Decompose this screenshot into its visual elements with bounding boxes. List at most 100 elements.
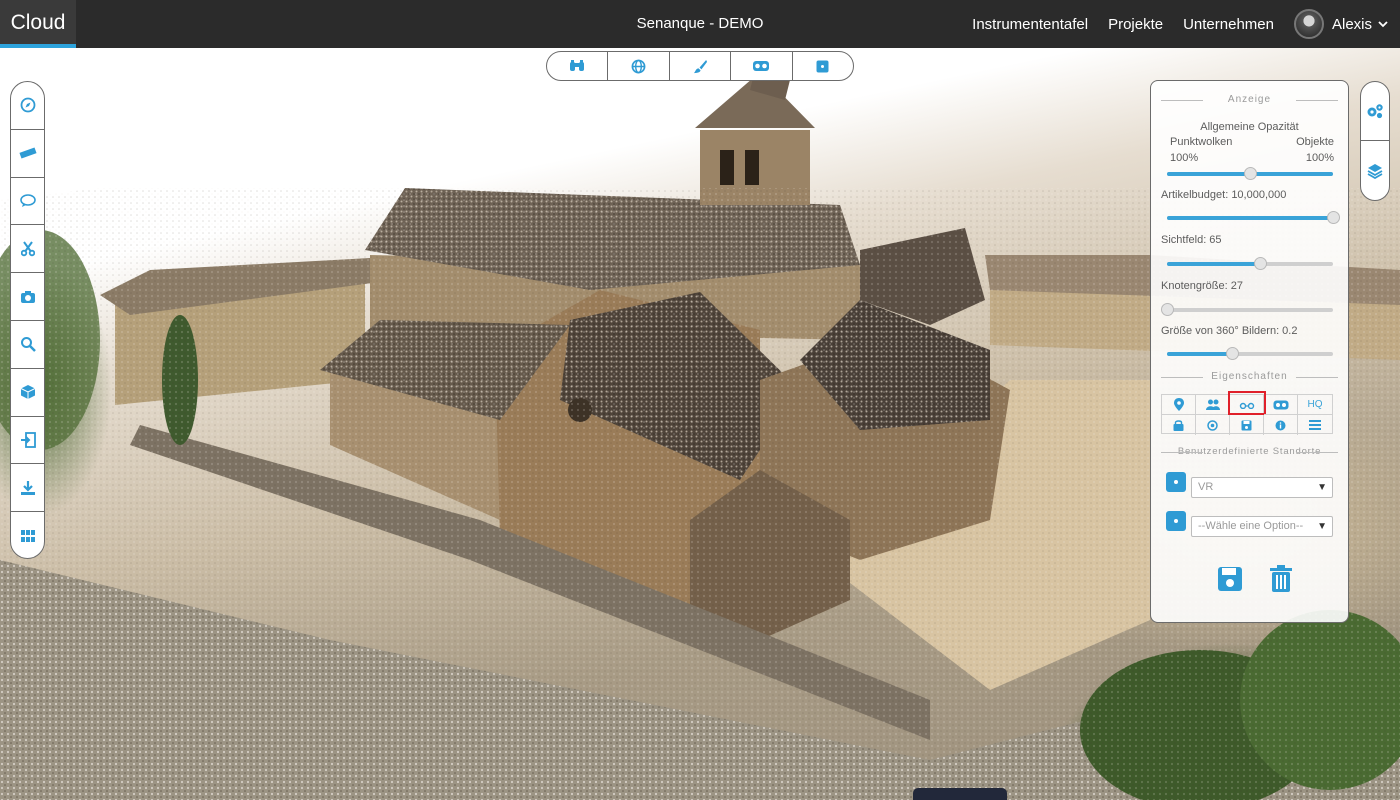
- import-icon: [20, 432, 36, 448]
- budget-slider-fill: [1167, 216, 1333, 220]
- info-icon: [1275, 420, 1286, 430]
- globe-icon: [631, 59, 646, 73]
- comment-icon: [19, 194, 36, 207]
- square-button[interactable]: [793, 52, 853, 80]
- image360-size-slider[interactable]: [1167, 347, 1333, 360]
- node-size-slider[interactable]: [1161, 303, 1333, 316]
- properties-section-title: Eigenschaften: [1161, 371, 1338, 382]
- import-button[interactable]: [11, 417, 44, 465]
- globe-button[interactable]: [608, 52, 670, 80]
- vr-goggles-button[interactable]: [731, 52, 793, 80]
- vr-toggle[interactable]: [1264, 395, 1298, 415]
- chevron-down-icon: [1378, 21, 1388, 28]
- budget-label: Artikelbudget: 10,000,000: [1161, 189, 1287, 201]
- project-title: Senanque - DEMO: [636, 15, 764, 32]
- display-section-title: Anzeige: [1161, 94, 1338, 105]
- hq-toggle[interactable]: HQ: [1298, 395, 1332, 415]
- binoculars-icon: [570, 60, 585, 71]
- objects-value: 100%: [1305, 152, 1334, 164]
- pointclouds-label: Punktwolken: [1170, 136, 1233, 148]
- user-name: Alexis: [1331, 15, 1372, 33]
- ruler-icon: [18, 147, 37, 159]
- users-icon: [1205, 399, 1220, 410]
- lock-toggle[interactable]: [1162, 415, 1196, 435]
- delete-location-button[interactable]: [1269, 565, 1293, 596]
- opacity-slider-knob[interactable]: [1244, 167, 1257, 180]
- square-icon: [816, 60, 829, 72]
- compass-button[interactable]: [11, 82, 44, 130]
- save-icon: [1218, 567, 1242, 591]
- opacity-title: Allgemeine Opazität: [1200, 121, 1299, 133]
- top-navigation: Instrumententafel Projekte Unternehmen A…: [972, 0, 1388, 48]
- vr-icon: [1273, 400, 1288, 409]
- users-toggle[interactable]: [1196, 395, 1230, 415]
- objects-label: Objekte: [1296, 136, 1334, 148]
- clipping-button[interactable]: [11, 225, 44, 274]
- image360-size-label: Größe von 360° Bildern: 0.2: [1161, 325, 1298, 337]
- node-size-slider-knob[interactable]: [1161, 303, 1174, 316]
- opacity-slider[interactable]: [1167, 167, 1333, 180]
- vr-goggles-icon: [753, 61, 770, 71]
- location-select-vr[interactable]: VR ▼: [1191, 477, 1333, 498]
- marker-icon: [1173, 398, 1184, 411]
- location-select-option[interactable]: --Wähle eine Option-- ▼: [1191, 516, 1333, 537]
- nav-link-projects[interactable]: Projekte: [1108, 16, 1163, 33]
- brush-icon: [693, 59, 707, 73]
- glasses-icon: [1239, 402, 1254, 409]
- glasses-toggle[interactable]: [1228, 391, 1266, 415]
- location-add-button[interactable]: [1166, 511, 1186, 531]
- hq-label: HQ: [1307, 399, 1323, 410]
- settings-button[interactable]: [1361, 82, 1389, 141]
- image360-size-slider-fill: [1167, 352, 1232, 356]
- save-location-button[interactable]: [1217, 566, 1243, 595]
- measure-button[interactable]: [11, 130, 44, 178]
- floppy-icon: [1241, 420, 1252, 430]
- marker-toggle[interactable]: [1162, 395, 1196, 415]
- budget-slider-knob[interactable]: [1327, 211, 1340, 224]
- fov-slider-knob[interactable]: [1253, 257, 1267, 270]
- layers-button[interactable]: [1361, 141, 1389, 200]
- list-icon: [1309, 420, 1321, 430]
- download-button[interactable]: [11, 464, 44, 513]
- target-icon: [1207, 419, 1218, 431]
- camera-icon: [20, 290, 35, 303]
- right-tool-sidebar: [1360, 81, 1390, 201]
- trash-icon: [1270, 565, 1292, 592]
- list-toggle[interactable]: [1298, 415, 1332, 435]
- info-toggle[interactable]: [1264, 415, 1298, 435]
- fov-slider-fill: [1167, 262, 1260, 266]
- fov-label: Sichtfeld: 65: [1161, 234, 1222, 246]
- annotation-button[interactable]: [11, 178, 44, 226]
- custom-locations-title: Benutzerdefinierte Standorte: [1161, 446, 1338, 457]
- location-select-vr-value: VR: [1198, 481, 1214, 493]
- node-size-label: Knotengröße: 27: [1161, 280, 1243, 292]
- apps-button[interactable]: [11, 512, 44, 558]
- volume-button[interactable]: [11, 369, 44, 417]
- properties-grid: HQ: [1161, 391, 1333, 435]
- nav-link-companies[interactable]: Unternehmen: [1183, 16, 1274, 33]
- binoculars-button[interactable]: [547, 52, 609, 80]
- search-button[interactable]: [11, 321, 44, 369]
- fov-slider[interactable]: [1167, 257, 1333, 270]
- layers-icon: [1367, 163, 1383, 179]
- avatar: [1293, 9, 1324, 39]
- settings-gears-icon: [1367, 104, 1383, 119]
- budget-slider[interactable]: [1167, 211, 1340, 224]
- location-pin-button[interactable]: [1166, 472, 1186, 492]
- grid-icon: [20, 530, 35, 543]
- download-icon: [20, 480, 35, 495]
- image360-size-slider-knob[interactable]: [1225, 347, 1239, 360]
- top-bar: Cloud Senanque - DEMO Instrumententafel …: [0, 0, 1400, 48]
- user-menu[interactable]: Alexis: [1293, 9, 1388, 39]
- scissors-icon: [20, 241, 35, 256]
- chevron-down-icon: ▼: [1317, 521, 1327, 532]
- nav-link-dashboard[interactable]: Instrumententafel: [972, 16, 1088, 33]
- save-toggle[interactable]: [1230, 415, 1264, 435]
- left-tool-sidebar: [10, 81, 45, 559]
- target-toggle[interactable]: [1196, 415, 1230, 435]
- bottom-drawer-tab[interactable]: [913, 788, 1007, 800]
- screenshot-button[interactable]: [11, 273, 44, 321]
- cube-icon: [20, 385, 35, 400]
- brush-button[interactable]: [670, 52, 732, 80]
- brand-logo[interactable]: Cloud: [0, 0, 76, 48]
